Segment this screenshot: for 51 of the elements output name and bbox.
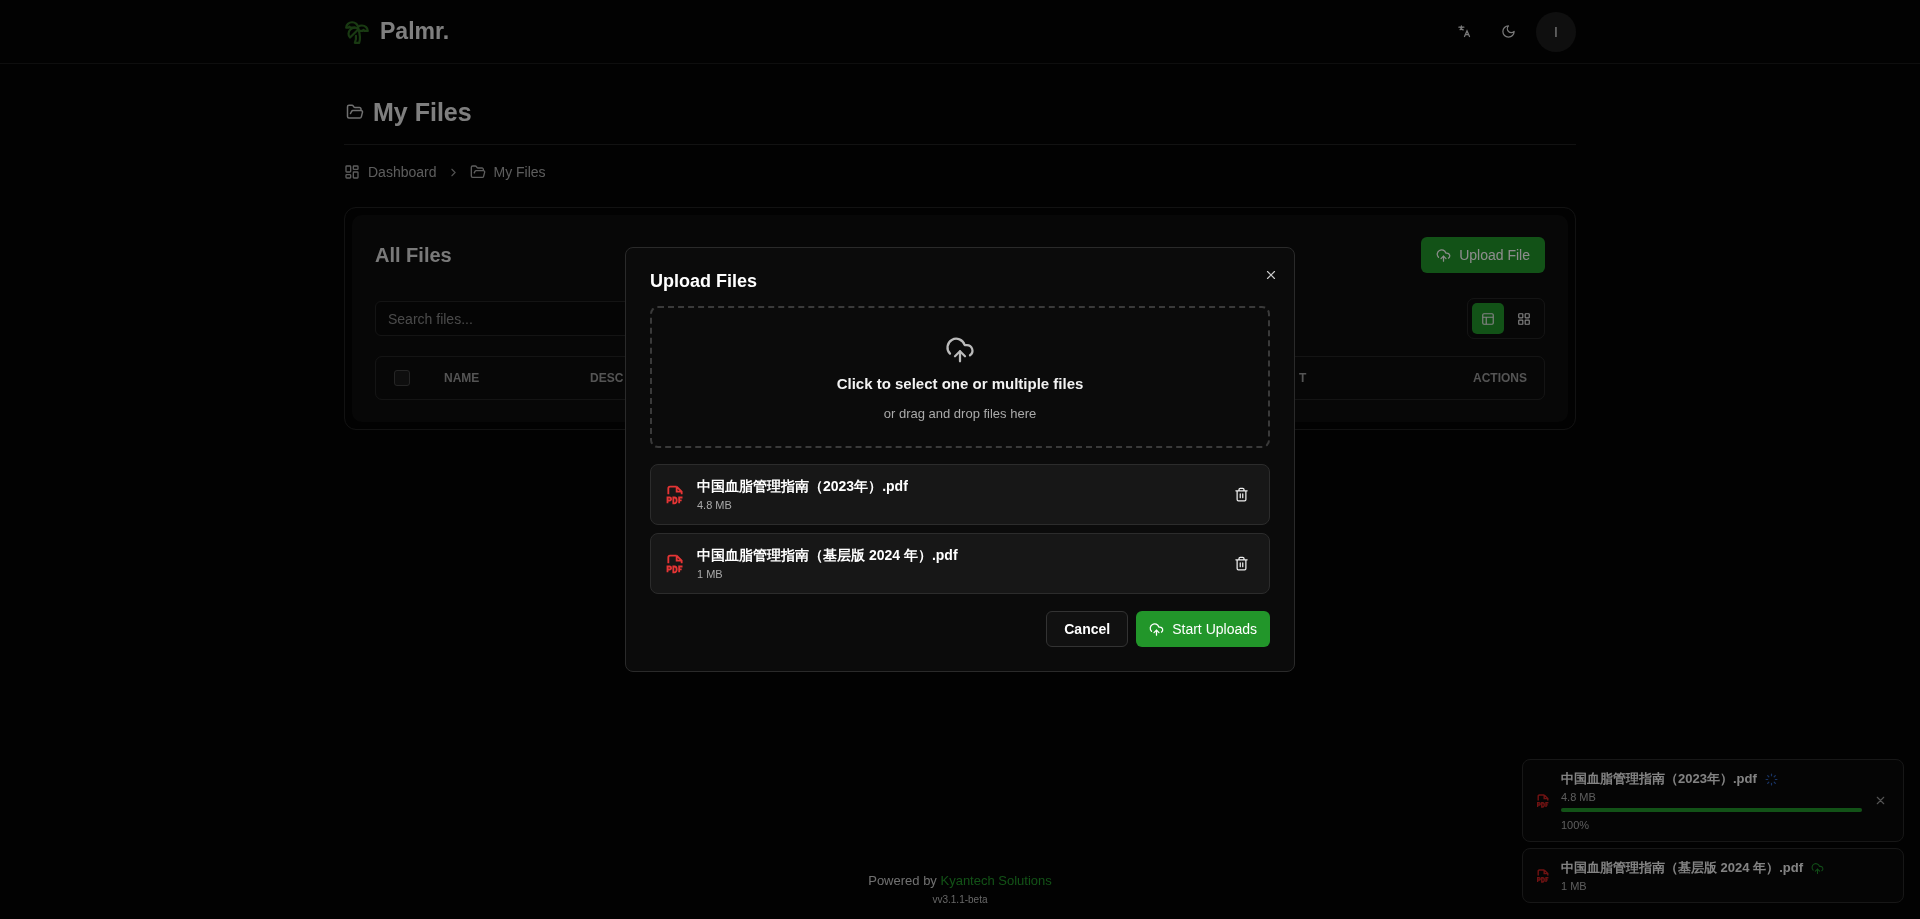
column-header: NAME	[444, 371, 480, 385]
dialog-title: Upload Files	[650, 270, 757, 292]
translate-icon	[1456, 24, 1472, 39]
toast-file-name: 中国血脂管理指南（基层版 2024 年）.pdf	[1561, 859, 1803, 877]
cancel-button[interactable]: Cancel	[1046, 611, 1129, 647]
grid-icon	[1517, 311, 1531, 326]
folder-icon	[469, 164, 486, 180]
user-avatar[interactable]: I	[1536, 11, 1576, 52]
drop-zone-hint: or drag and drop files here	[883, 406, 1037, 421]
column-header: ACTIONS	[1473, 371, 1527, 385]
dashboard-icon	[344, 164, 360, 180]
file-size: 1 MB	[697, 568, 724, 580]
table-view-button[interactable]	[1472, 303, 1504, 334]
close-button[interactable]	[1264, 268, 1278, 282]
drop-zone[interactable]: Click to select one or multiple files or drag and drop files here	[650, 306, 1270, 448]
cloud-upload-icon	[1810, 861, 1824, 875]
start-uploads-button[interactable]: Start Uploads	[1136, 611, 1270, 647]
cloud-upload-icon	[1149, 621, 1165, 637]
close-icon	[1264, 268, 1278, 282]
loading-spinner-icon	[1764, 772, 1778, 786]
version-label: vv3.1.1-beta	[932, 894, 988, 905]
card-title: All Files	[375, 243, 452, 267]
cloud-upload-icon	[1436, 247, 1452, 263]
toast-file-size: 1 MB	[1561, 880, 1588, 892]
file-name: 中国血脂管理指南（基层版 2024 年）.pdf	[697, 547, 959, 565]
cloud-upload-icon	[945, 335, 975, 365]
breadcrumb-link[interactable]: Dashboard	[344, 164, 437, 180]
trash-icon	[1234, 556, 1249, 571]
folder-icon	[346, 103, 364, 121]
palm-tree-icon	[344, 18, 370, 45]
close-icon	[1874, 794, 1887, 807]
column-header: DESC	[590, 371, 624, 385]
file-size: 4.8 MB	[697, 499, 733, 511]
pdf-file-icon	[1537, 793, 1549, 808]
moon-icon	[1500, 24, 1516, 39]
pdf-file-icon	[1537, 868, 1549, 883]
select-all-checkbox[interactable]	[394, 370, 410, 386]
upload-file-button[interactable]: Upload File	[1421, 237, 1545, 273]
toast-file-name: 中国血脂管理指南（2023年）.pdf	[1561, 770, 1757, 788]
progress-percent: 100%	[1561, 819, 1591, 831]
breadcrumb-link[interactable]: My Files	[469, 164, 546, 180]
trash-icon	[1234, 487, 1249, 502]
toast-file-size: 4.8 MB	[1561, 791, 1597, 803]
table-icon	[1481, 311, 1495, 326]
powered-by-text: Powered by Kyantech Solutions	[868, 873, 1052, 888]
column-header: T	[1299, 371, 1307, 385]
brand-name: Palmr.	[380, 18, 450, 45]
page-title: My Files	[373, 97, 472, 127]
file-name: 中国血脂管理指南（2023年）.pdf	[697, 478, 909, 496]
drop-zone-title: Click to select one or multiple files	[836, 375, 1084, 392]
company-link[interactable]: Kyantech Solutions	[940, 873, 1052, 888]
